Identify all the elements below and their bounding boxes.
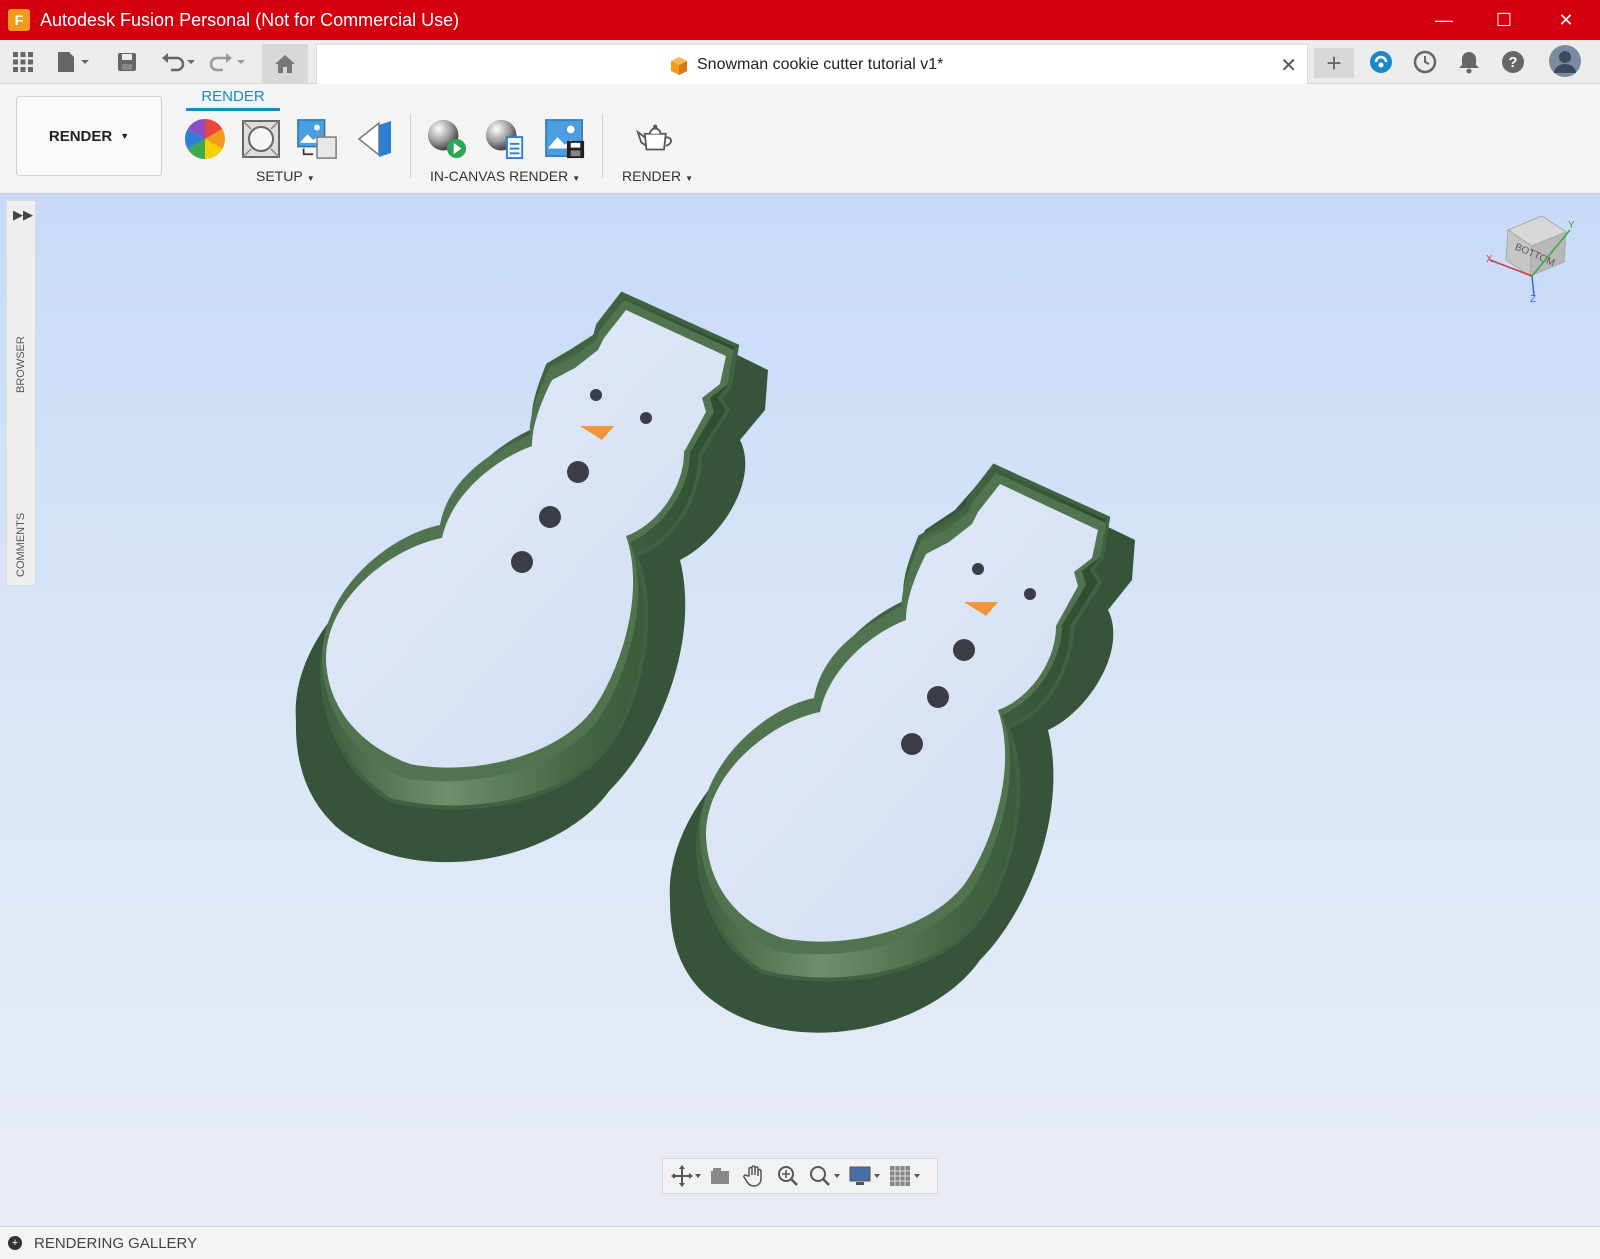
texture-map-controls-icon[interactable] bbox=[296, 118, 338, 160]
cookie-cutter-right[interactable] bbox=[669, 463, 1135, 1033]
orbit-icon[interactable] bbox=[669, 1162, 703, 1190]
fit-zoom-window-icon[interactable] bbox=[805, 1162, 845, 1190]
side-panel: ▶▶ BROWSER COMMENTS bbox=[6, 200, 36, 586]
pan-hand-icon[interactable] bbox=[737, 1162, 771, 1190]
notifications-bell-icon[interactable] bbox=[1454, 48, 1484, 76]
undo-icon[interactable] bbox=[158, 48, 198, 76]
cookie-cutter-left[interactable] bbox=[295, 291, 768, 863]
design-cube-icon bbox=[671, 57, 687, 75]
in-canvas-render-group-label[interactable]: IN-CANVAS RENDER ▼ bbox=[430, 168, 580, 184]
chevron-down-icon: ▼ bbox=[120, 131, 130, 141]
capture-image-icon[interactable] bbox=[544, 118, 586, 160]
minimize-button[interactable]: — bbox=[1414, 0, 1474, 40]
new-tab-button[interactable]: + bbox=[1314, 48, 1354, 78]
grid-snaps-icon[interactable] bbox=[885, 1162, 925, 1190]
fusion-app-icon: F bbox=[8, 9, 30, 31]
redo-icon[interactable] bbox=[208, 48, 248, 76]
separator bbox=[410, 114, 411, 178]
axis-y-label: Y bbox=[1568, 220, 1575, 231]
workspace-label: RENDER bbox=[48, 127, 113, 145]
workspace-selector[interactable]: RENDER ▼ bbox=[16, 96, 162, 176]
expand-panel-icon[interactable]: ▶▶ bbox=[13, 207, 33, 223]
document-title: Snowman cookie cutter tutorial v1* bbox=[697, 56, 944, 73]
display-settings-icon[interactable] bbox=[845, 1162, 885, 1190]
tab-render[interactable]: RENDER bbox=[186, 88, 280, 105]
chevron-down-icon: ▼ bbox=[572, 174, 581, 183]
render-group-label[interactable]: RENDER ▼ bbox=[622, 168, 693, 184]
svg-text:?: ? bbox=[1508, 54, 1517, 71]
snowman-cookie-cutters-model[interactable] bbox=[0, 194, 1600, 1226]
render-teapot-icon[interactable] bbox=[636, 118, 678, 160]
look-at-icon[interactable] bbox=[703, 1162, 737, 1190]
extensions-icon[interactable] bbox=[1366, 48, 1396, 76]
navigation-toolbar bbox=[662, 1158, 938, 1194]
appearance-icon[interactable] bbox=[184, 118, 226, 160]
maximize-button[interactable]: ☐ bbox=[1474, 0, 1534, 40]
app-bar: Snowman cookie cutter tutorial v1* ✕ + ? bbox=[0, 40, 1600, 84]
app-title: Autodesk Fusion Personal (Not for Commer… bbox=[40, 9, 460, 30]
separator bbox=[602, 114, 603, 178]
document-tab[interactable]: Snowman cookie cutter tutorial v1* ✕ bbox=[316, 44, 1308, 84]
home-button[interactable] bbox=[262, 44, 308, 84]
setup-group-label[interactable]: SETUP ▼ bbox=[256, 168, 315, 184]
chevron-down-icon: ▼ bbox=[685, 174, 694, 183]
rendering-gallery-bar[interactable]: + RENDERING GALLERY bbox=[0, 1226, 1600, 1259]
view-cube[interactable]: BOTTOM X Y Z bbox=[1486, 212, 1576, 302]
browser-panel-tab[interactable]: BROWSER bbox=[7, 313, 35, 393]
home-icon bbox=[275, 55, 295, 73]
in-canvas-render-play-icon[interactable] bbox=[426, 118, 468, 160]
zoom-icon[interactable] bbox=[771, 1162, 805, 1190]
save-icon[interactable] bbox=[114, 48, 140, 76]
user-avatar[interactable] bbox=[1548, 44, 1582, 78]
axis-x-label: X bbox=[1486, 254, 1493, 265]
viewport-canvas[interactable]: ▶▶ BROWSER COMMENTS BOTTOM X Y Z bbox=[0, 194, 1600, 1226]
help-icon[interactable]: ? bbox=[1498, 48, 1528, 76]
in-canvas-render-settings-icon[interactable] bbox=[484, 118, 526, 160]
close-tab-button[interactable]: ✕ bbox=[1280, 53, 1297, 78]
active-tab-indicator bbox=[186, 108, 280, 111]
rendering-gallery-label: RENDERING GALLERY bbox=[34, 1234, 198, 1252]
scene-settings-icon[interactable] bbox=[240, 118, 282, 160]
toolbar-ribbon: RENDER ▼ RENDER SETUP ▼ IN-CANVAS RENDER ▼ bbox=[0, 84, 1600, 194]
title-bar: F Autodesk Fusion Personal (Not for Comm… bbox=[0, 0, 1600, 40]
file-menu-icon[interactable] bbox=[54, 48, 94, 76]
job-status-clock-icon[interactable] bbox=[1410, 48, 1440, 76]
chevron-down-icon: ▼ bbox=[306, 174, 315, 183]
data-panel-grid-icon[interactable] bbox=[10, 48, 36, 76]
axis-z-label: Z bbox=[1530, 294, 1536, 302]
close-window-button[interactable]: ✕ bbox=[1536, 0, 1596, 40]
expand-gallery-icon[interactable]: + bbox=[8, 1236, 22, 1250]
decal-icon[interactable] bbox=[354, 118, 396, 160]
comments-panel-tab[interactable]: COMMENTS bbox=[7, 485, 35, 577]
